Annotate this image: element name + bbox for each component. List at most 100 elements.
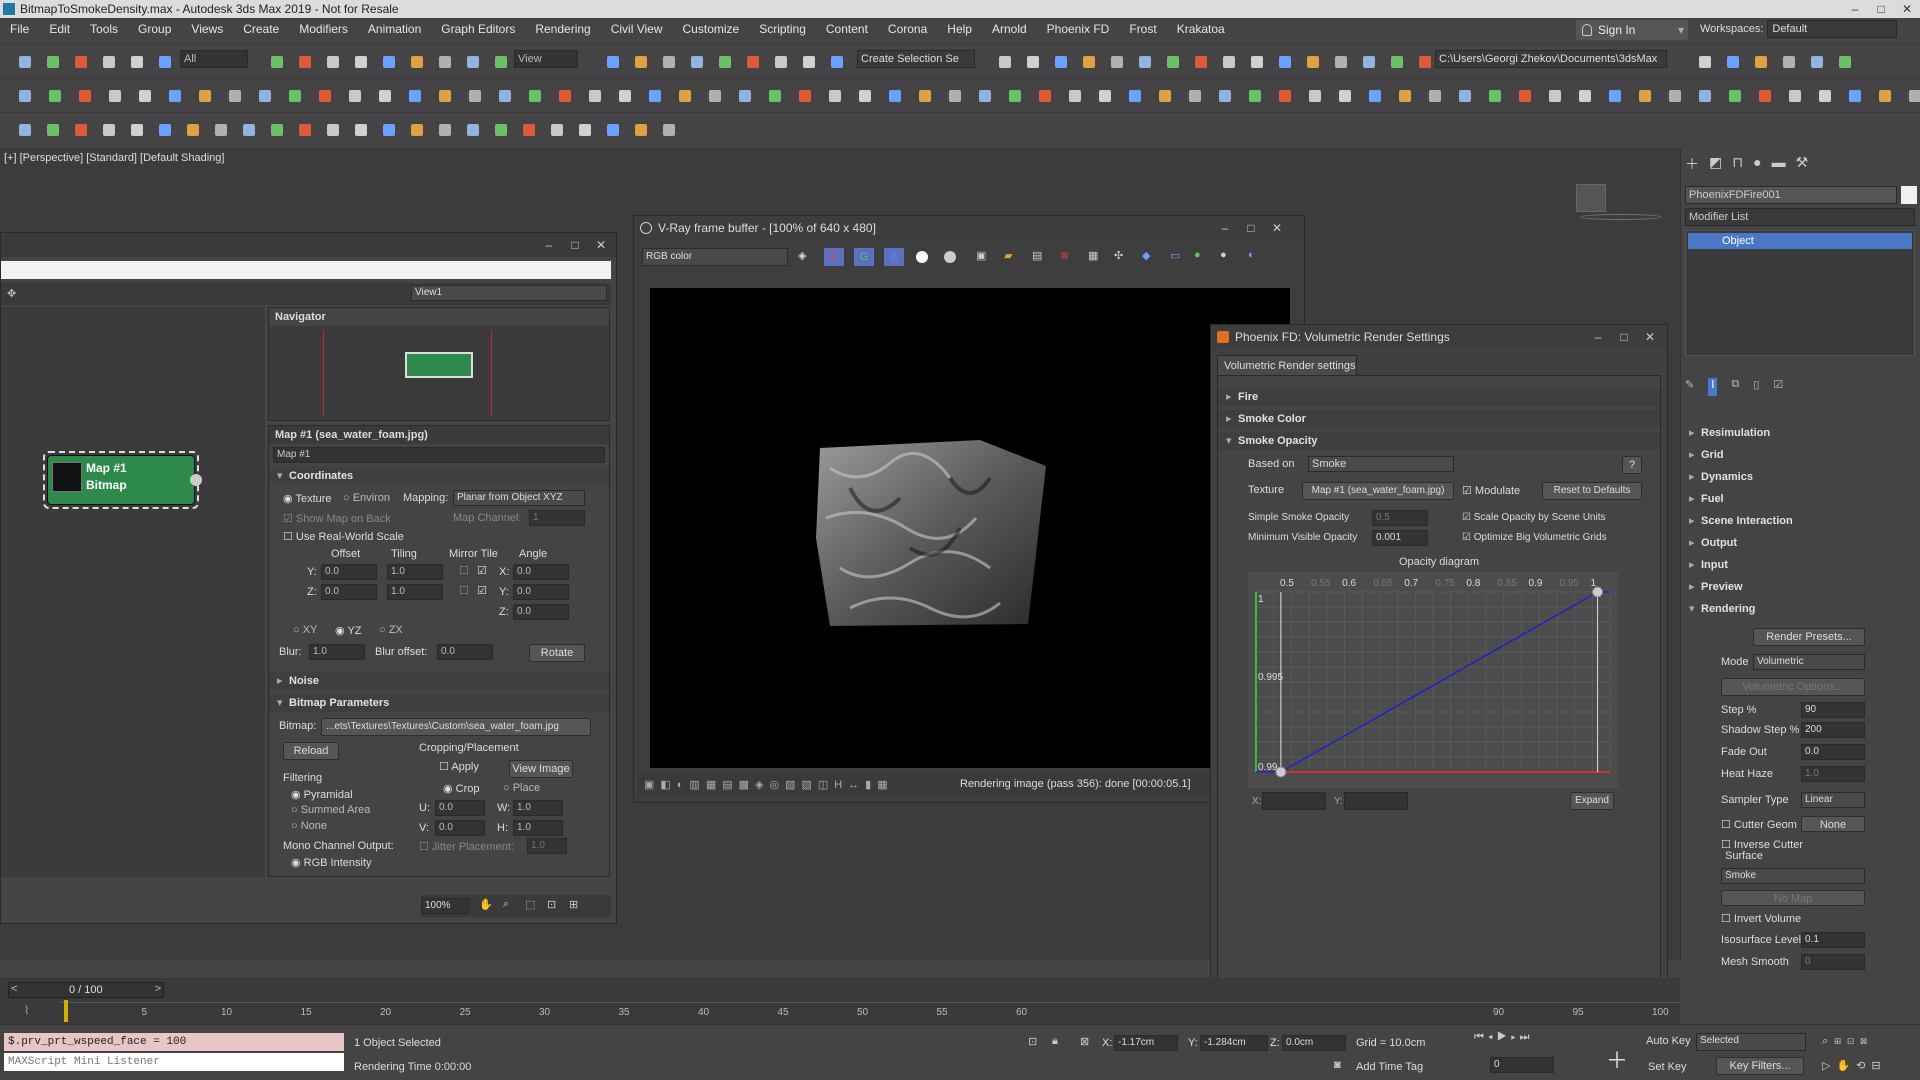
toolbar-tool-icon[interactable] — [126, 119, 148, 141]
toolbar-tool-icon[interactable] — [1330, 51, 1352, 73]
toolbar-tool-icon[interactable] — [546, 119, 568, 141]
crop-radio[interactable]: ◉ Crop — [443, 782, 480, 795]
menu-views[interactable]: Views — [181, 18, 233, 40]
toolbar-tool-icon[interactable] — [42, 51, 64, 73]
show-end-result-icon[interactable]: Ⅰ — [1708, 378, 1718, 396]
key-filters-button[interactable]: Key Filters... — [1716, 1057, 1804, 1075]
hierarchy-tab-icon[interactable]: ⊓ — [1732, 154, 1743, 176]
project-path-dropdown[interactable]: C:\Users\Georgi Zhekov\Documents\3dsMax — [1435, 50, 1667, 68]
maxscript-listener-output[interactable]: $.prv_prt_wspeed_face = 100 — [4, 1033, 344, 1051]
lens-effects-icon[interactable]: ▭ — [1170, 249, 1180, 262]
crop-u-spinner[interactable]: 0.0 — [435, 800, 485, 816]
toolbar-tool-icon[interactable] — [798, 51, 820, 73]
menu-modifiers[interactable]: Modifiers — [289, 18, 358, 40]
vfb-maximize-button[interactable]: □ — [1238, 216, 1264, 240]
toolbar-tool-icon[interactable] — [254, 85, 276, 107]
toolbar-tool-icon[interactable] — [1302, 51, 1324, 73]
blue-channel-toggle[interactable]: B — [884, 248, 904, 266]
toolbar-tool-icon[interactable] — [994, 51, 1016, 73]
make-unique-icon[interactable]: ⧉ — [1731, 378, 1739, 396]
toolbar-tool-icon[interactable] — [134, 85, 156, 107]
sign-in-button[interactable]: Sign In ▾ — [1576, 20, 1688, 40]
toolbar-tool-icon[interactable] — [1814, 85, 1836, 107]
toolbar-tool-icon[interactable] — [462, 51, 484, 73]
pan-hand-icon[interactable]: ✋ — [479, 898, 493, 911]
toolbar-tool-icon[interactable] — [770, 51, 792, 73]
toolbar-tool-icon[interactable] — [1484, 85, 1506, 107]
toolbar-tool-icon[interactable] — [378, 51, 400, 73]
toolbar-tool-icon[interactable] — [518, 119, 540, 141]
red-channel-toggle[interactable]: R — [824, 248, 844, 266]
toolbar-tool-icon[interactable] — [1604, 85, 1626, 107]
rgb-intensity-radio[interactable]: ◉ RGB Intensity — [291, 856, 372, 869]
map-channel-spinner[interactable]: 1 — [529, 510, 585, 526]
modulate-checkbox[interactable]: ☑ Modulate — [1462, 484, 1520, 497]
curve-y-field[interactable] — [1344, 792, 1408, 810]
rollout-rendering[interactable]: Rendering — [1681, 600, 1920, 618]
auto-key-button[interactable]: Auto Key — [1646, 1035, 1691, 1047]
viewcube-ring[interactable] — [1580, 214, 1662, 220]
toolbar-tool-icon[interactable] — [826, 51, 848, 73]
phoenix-maximize-button[interactable]: □ — [1611, 325, 1637, 349]
toolbar-tool-icon[interactable] — [1386, 51, 1408, 73]
toolbar-tool-icon[interactable] — [322, 119, 344, 141]
toolbar-tool-icon[interactable] — [1834, 51, 1856, 73]
modifier-list-dropdown[interactable]: Modifier List — [1685, 208, 1915, 226]
toolbar-tool-icon[interactable] — [1514, 85, 1536, 107]
toolbar-tool-icon[interactable] — [490, 119, 512, 141]
time-slider[interactable]: < 0 / 100 > — [8, 982, 164, 998]
toolbar-tool-icon[interactable] — [494, 85, 516, 107]
modifier-stack[interactable]: Object — [1685, 230, 1915, 356]
tiling-z-spinner[interactable]: 1.0 — [387, 584, 443, 600]
prev-frame-icon[interactable]: < — [11, 983, 17, 995]
menu-file[interactable]: File — [0, 18, 39, 40]
toolbar-tool-icon[interactable] — [14, 85, 36, 107]
channel-mask-icon[interactable]: ◈ — [798, 249, 806, 262]
toolbar-tool-icon[interactable] — [1004, 85, 1026, 107]
tab-volumetric-render-settings[interactable]: Volumetric Render settings — [1217, 355, 1357, 375]
curve-control-point[interactable] — [1592, 586, 1604, 598]
toolbar-tool-icon[interactable] — [154, 119, 176, 141]
vfb-bottom-tools-icons[interactable]: ▣◧◐▥▦▤▩◈◎▧▨◫H↔▮▦ — [644, 778, 894, 791]
toolbar-tool-icon[interactable] — [284, 85, 306, 107]
toolbar-tool-icon[interactable] — [1274, 85, 1296, 107]
toolbar-tool-icon[interactable] — [74, 85, 96, 107]
toolbar-tool-icon[interactable] — [602, 119, 624, 141]
toolbar-tool-icon[interactable] — [266, 119, 288, 141]
clear-icon[interactable]: ▤ — [1032, 249, 1042, 262]
angle-x-spinner[interactable]: 0.0 — [513, 564, 569, 580]
track-bar[interactable]: 5 10 15 20 25 30 35 40 45 50 55 60 90 95 100 — [60, 1002, 1680, 1024]
toolbar-tool-icon[interactable] — [524, 85, 546, 107]
toolbar-tool-icon[interactable] — [1394, 85, 1416, 107]
pin-stack-icon[interactable]: ✎ — [1685, 378, 1694, 396]
object-color-swatch[interactable] — [1901, 186, 1917, 204]
toolbar-tool-icon[interactable] — [658, 51, 680, 73]
toolbar-tool-icon[interactable] — [614, 85, 636, 107]
toolbar-tool-icon[interactable] — [884, 85, 906, 107]
rollout-dynamics[interactable]: Dynamics — [1681, 468, 1920, 486]
toolbar-tool-icon[interactable] — [238, 119, 260, 141]
toolbar-tool-icon[interactable] — [1874, 85, 1896, 107]
cutter-geom-button[interactable]: None — [1801, 816, 1865, 832]
show-map-on-back-checkbox[interactable]: ☑ Show Map on Back — [283, 512, 391, 525]
toolbar-tool-icon[interactable] — [602, 51, 624, 73]
menu-arnold[interactable]: Arnold — [982, 18, 1037, 40]
opacity-diagram[interactable]: 0.5 0.55 0.6 0.65 0.7 0.75 0.8 0.85 0.9 0.95 110.9… — [1248, 572, 1618, 788]
rollout-fuel[interactable]: Fuel — [1681, 490, 1920, 508]
menu-edit[interactable]: Edit — [39, 18, 80, 40]
shadow-step-spinner[interactable]: 200 — [1801, 722, 1865, 738]
maximize-button[interactable]: □ — [1868, 0, 1894, 18]
monochrome-icon[interactable] — [944, 251, 956, 263]
toolbar-tool-icon[interactable] — [1806, 51, 1828, 73]
toolbar-tool-icon[interactable] — [44, 85, 66, 107]
toolbar-tool-icon[interactable] — [490, 51, 512, 73]
toolbar-tool-icon[interactable] — [14, 51, 36, 73]
maxscript-mini-listener[interactable]: MAXScript Mini Listener — [4, 1053, 344, 1071]
map-node[interactable]: Map #1 Bitmap — [47, 455, 202, 505]
toolbar-tool-icon[interactable] — [1544, 85, 1566, 107]
navigator-node-thumbnail[interactable] — [405, 352, 473, 378]
mirror-y-checkbox[interactable]: ☐ — [459, 564, 469, 577]
display-tab-icon[interactable]: ▬ — [1772, 154, 1786, 176]
invert-volume-checkbox[interactable]: ☐ Invert Volume — [1721, 912, 1801, 925]
texture-radio[interactable]: ◉ Texture — [283, 492, 332, 505]
